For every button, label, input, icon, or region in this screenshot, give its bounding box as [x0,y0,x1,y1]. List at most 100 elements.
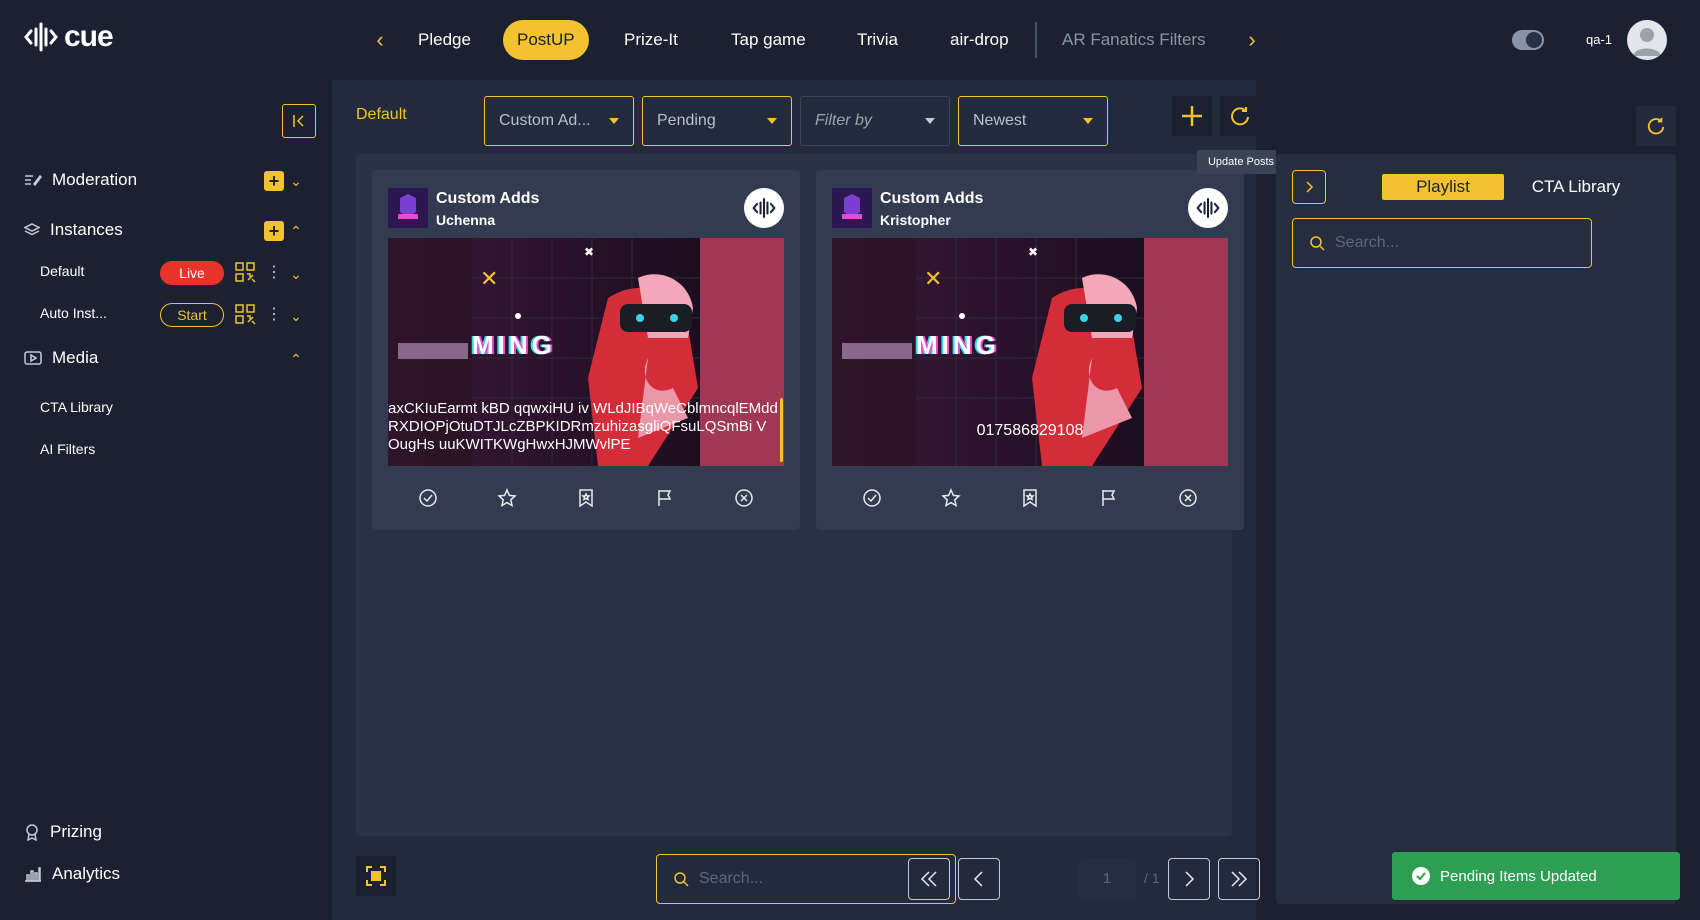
flag-button[interactable] [1096,485,1122,511]
chevron-left-icon [973,871,983,887]
tab-pledge[interactable]: Pledge [404,20,485,60]
collapse-left-icon[interactable] [282,104,316,138]
search-input[interactable] [699,870,899,888]
tab-prize-it[interactable]: Prize-It [610,20,692,60]
sidebar-item-ai-filters[interactable]: AI Filters [40,441,95,457]
star-icon [941,488,961,507]
bookmark-icon [1023,489,1037,508]
tab-ar-fanatics-filters[interactable]: AR Fanatics Filters [1048,20,1220,60]
reject-icon [735,489,754,507]
user-avatar-icon[interactable] [1627,20,1667,60]
tab-cta-library[interactable]: CTA Library [1526,174,1626,200]
sidebar-item-instances[interactable]: Instances [24,220,123,240]
bookmark-icon [579,489,593,508]
tab-tap-game[interactable]: Tap game [717,20,820,60]
playlist-panel: Playlist CTA Library [1276,154,1676,904]
type-dropdown[interactable]: Custom Ad... [484,96,634,146]
main-panel: Default Custom Ad... Pending Filter by N… [332,80,1260,920]
last-page-button[interactable] [1218,858,1260,900]
flag-button[interactable] [652,485,678,511]
reject-button[interactable] [1175,485,1201,511]
instance-default[interactable]: Default [40,263,84,279]
status-dropdown[interactable]: Pending [642,96,792,146]
cue-logo-icon[interactable] [1188,188,1228,228]
page-number[interactable]: 1 [1078,858,1136,900]
star-button[interactable] [938,485,964,511]
plus-icon [1182,106,1202,126]
caret-down-icon [609,118,619,124]
chevron-left-icon[interactable]: ‹ [368,26,392,54]
add-post-button[interactable] [1172,96,1212,136]
sidebar-item-prizing[interactable]: Prizing [24,822,102,842]
tab-postup[interactable]: PostUP [503,20,589,60]
prev-page-button[interactable] [958,858,1000,900]
qr-code-icon[interactable] [234,303,256,325]
sidebar-item-analytics[interactable]: Analytics [24,864,120,884]
layers-icon [24,223,40,236]
double-chevron-left-icon [920,871,937,887]
page-total: / 1 [1144,870,1160,886]
chevron-right-icon [1185,871,1195,887]
post-author: Uchenna [436,212,496,228]
status-badge-live[interactable]: Live [160,261,224,285]
posts-feed: Custom Adds Uchenna ✕ ✖ MING axCKIuEarmt… [356,154,1244,836]
text-scrollbar[interactable] [780,398,783,462]
fullscreen-button[interactable] [356,856,396,896]
start-button[interactable]: Start [160,303,224,327]
post-title: Custom Adds [436,190,540,207]
bookmark-button[interactable] [573,485,599,511]
caret-down-icon [1083,118,1093,124]
star-icon [497,488,517,507]
sidebar-item-label: Analytics [52,864,121,883]
search-input[interactable] [1335,234,1535,252]
dropdown-value: Pending [657,112,716,129]
playlist-search-field[interactable] [1292,218,1592,268]
sidebar-item-moderation[interactable]: Moderation [24,170,137,190]
tab-playlist[interactable]: Playlist [1382,174,1504,200]
cue-logo-icon[interactable] [744,188,784,228]
chevron-down-icon[interactable]: ⌄ [288,173,304,189]
first-page-button[interactable] [908,858,950,900]
app-logo[interactable]: cue [24,20,114,54]
approve-icon [862,489,881,507]
refresh-playlist-button[interactable] [1636,106,1676,146]
dropdown-value: Newest [973,112,1027,129]
update-posts-button[interactable] [1220,96,1260,136]
reject-button[interactable] [731,485,757,511]
post-card[interactable]: Custom Adds Kristopher ✕ ✖ MING 01758682… [816,170,1244,530]
more-options-icon[interactable]: ⋮ [266,263,282,283]
channel-avatar [832,188,872,228]
nav-divider [1035,22,1037,58]
sidebar-item-cta-library[interactable]: CTA Library [40,399,113,415]
tab-air-drop[interactable]: air-drop [936,20,1023,60]
chevron-down-icon[interactable]: ⌄ [288,308,304,324]
approve-button[interactable] [859,485,885,511]
theme-toggle-icon[interactable] [1512,30,1544,50]
chevron-down-icon[interactable]: ⌄ [288,266,304,282]
moderation-icon [25,174,42,187]
chevron-up-icon[interactable]: ⌃ [288,223,304,239]
next-page-button[interactable] [1168,858,1210,900]
sidebar-item-label: Moderation [52,170,138,189]
bookmark-button[interactable] [1017,485,1043,511]
sidebar-item-media[interactable]: Media [24,348,98,368]
sort-dropdown[interactable]: Newest [958,96,1108,146]
user-name: qa-1 [1586,32,1613,47]
add-instance-button[interactable]: + [264,221,284,241]
add-moderation-button[interactable]: + [264,171,284,191]
refresh-icon [1647,117,1665,135]
toast-notification[interactable]: Pending Items Updated [1392,852,1680,900]
star-button[interactable] [494,485,520,511]
expand-right-icon[interactable] [1292,170,1326,204]
post-card[interactable]: Custom Adds Uchenna ✕ ✖ MING axCKIuEarmt… [372,170,800,530]
approve-button[interactable] [415,485,441,511]
chevron-right-icon[interactable]: › [1240,26,1264,54]
more-options-icon[interactable]: ⋮ [266,305,282,325]
tab-trivia[interactable]: Trivia [843,20,912,60]
filter-by-dropdown[interactable]: Filter by [800,96,950,146]
chevron-up-icon[interactable]: ⌃ [288,351,304,367]
cue-logo-icon [24,22,58,52]
check-circle-icon [1412,867,1430,885]
qr-code-icon[interactable] [234,261,256,283]
instance-auto[interactable]: Auto Inst... [40,305,107,321]
